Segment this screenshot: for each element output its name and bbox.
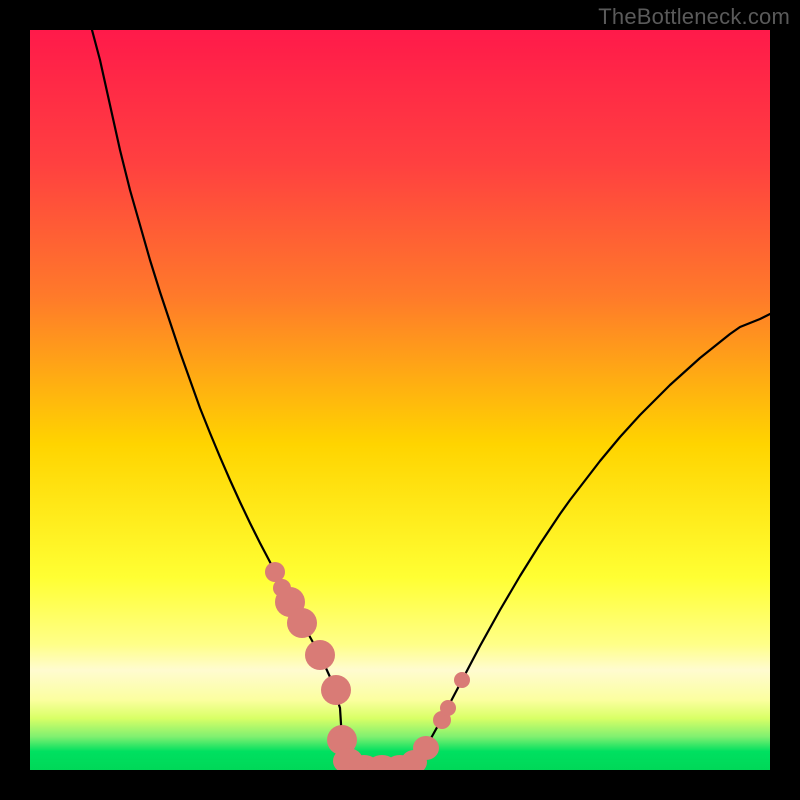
chart-svg	[30, 30, 770, 770]
plot-area	[30, 30, 770, 770]
curve-marker	[413, 736, 439, 760]
gradient-bg	[30, 30, 770, 770]
curve-marker	[454, 672, 470, 688]
curve-marker	[440, 700, 456, 716]
curve-marker	[287, 608, 317, 638]
curve-marker	[321, 675, 351, 705]
curve-marker	[305, 640, 335, 670]
chart-frame: TheBottleneck.com	[0, 0, 800, 800]
watermark-text: TheBottleneck.com	[598, 4, 790, 30]
